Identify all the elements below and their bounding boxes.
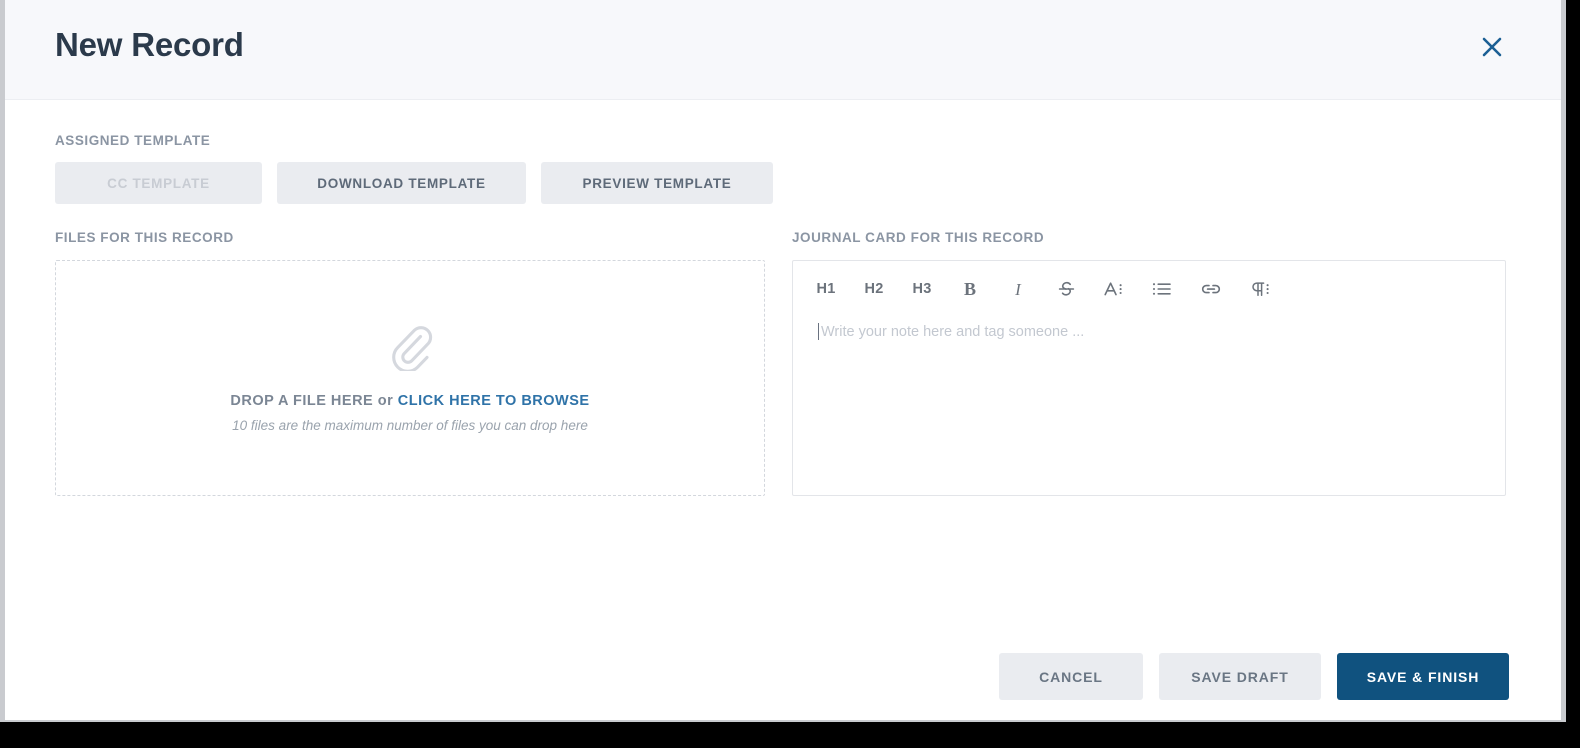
- journal-card-label: JOURNAL CARD FOR THIS RECORD: [792, 230, 1045, 245]
- preview-template-button[interactable]: PREVIEW TEMPLATE: [541, 162, 773, 204]
- text-style-icon[interactable]: [1103, 277, 1125, 301]
- journal-editor-placeholder-text: Write your note here and tag someone ...: [821, 323, 1085, 340]
- heading-2-button[interactable]: H2: [863, 277, 885, 301]
- screen-backdrop: New Record ASSIGNED TEMPLATE CC TEMPLATE…: [0, 0, 1580, 748]
- dropzone-prompt-prefix: DROP A FILE HERE: [230, 393, 374, 409]
- link-icon[interactable]: [1199, 277, 1223, 301]
- strikethrough-icon[interactable]: [1055, 277, 1077, 301]
- close-icon[interactable]: [1475, 30, 1509, 64]
- page-title: New Record: [55, 26, 244, 63]
- bold-button[interactable]: B: [959, 277, 981, 301]
- heading-1-button[interactable]: H1: [815, 277, 837, 301]
- journal-editor-placeholder[interactable]: Write your note here and tag someone ...: [818, 323, 1084, 340]
- browse-files-link[interactable]: CLICK HERE TO BROWSE: [398, 393, 590, 409]
- cancel-button[interactable]: CANCEL: [999, 653, 1143, 700]
- assigned-template-buttons: CC TEMPLATE DOWNLOAD TEMPLATE PREVIEW TE…: [55, 162, 773, 204]
- bullet-list-icon[interactable]: [1151, 277, 1173, 301]
- journal-editor[interactable]: H1 H2 H3 B I Write your note here and ta…: [792, 260, 1506, 496]
- footer-actions: CANCEL SAVE DRAFT SAVE & FINISH: [999, 653, 1509, 700]
- editor-toolbar: H1 H2 H3 B I: [793, 261, 1505, 317]
- new-record-modal: New Record ASSIGNED TEMPLATE CC TEMPLATE…: [5, 0, 1561, 720]
- paragraph-style-icon[interactable]: [1249, 277, 1271, 301]
- files-for-record-label: FILES FOR THIS RECORD: [55, 230, 234, 245]
- page-edge: New Record ASSIGNED TEMPLATE CC TEMPLATE…: [0, 0, 1566, 722]
- save-draft-button[interactable]: SAVE DRAFT: [1159, 653, 1321, 700]
- heading-3-button[interactable]: H3: [911, 277, 933, 301]
- modal-body: ASSIGNED TEMPLATE CC TEMPLATE DOWNLOAD T…: [5, 100, 1561, 720]
- modal-header: New Record: [5, 0, 1561, 100]
- dropzone-hint: 10 files are the maximum number of files…: [232, 418, 588, 433]
- italic-button[interactable]: I: [1007, 277, 1029, 301]
- cc-template-button[interactable]: CC TEMPLATE: [55, 162, 262, 204]
- file-dropzone[interactable]: DROP A FILE HERE or CLICK HERE TO BROWSE…: [55, 260, 765, 496]
- dropzone-prompt-separator: or: [373, 393, 398, 409]
- download-template-button[interactable]: DOWNLOAD TEMPLATE: [277, 162, 526, 204]
- text-caret: [818, 323, 819, 340]
- dropzone-prompt: DROP A FILE HERE or CLICK HERE TO BROWSE: [230, 393, 589, 409]
- save-and-finish-button[interactable]: SAVE & FINISH: [1337, 653, 1509, 700]
- assigned-template-label: ASSIGNED TEMPLATE: [55, 133, 211, 148]
- paperclip-icon: [387, 323, 433, 371]
